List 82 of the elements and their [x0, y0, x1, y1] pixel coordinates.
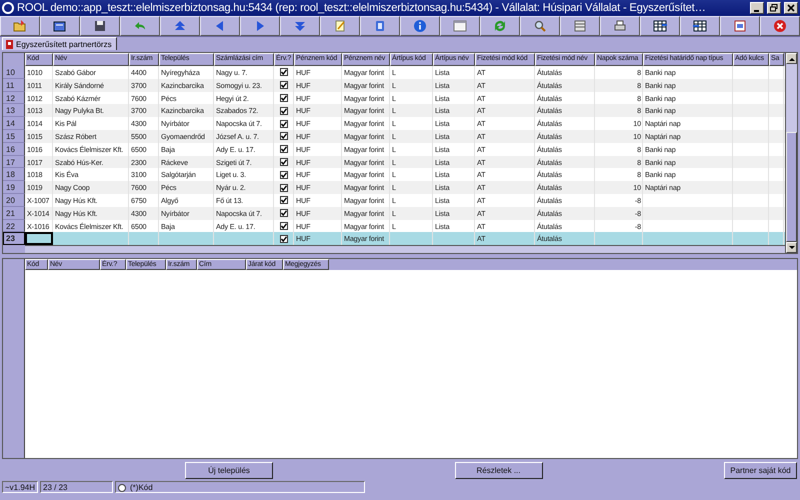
horizontal-scrollbar[interactable]: [25, 245, 785, 254]
down-arrow-icon: [788, 246, 794, 250]
row-number: 17: [3, 156, 25, 168]
scroll-up-button[interactable]: [786, 53, 797, 64]
row-number: 20: [3, 194, 25, 207]
list-icon: [572, 18, 588, 34]
checkbox[interactable]: [280, 120, 288, 128]
checkbox[interactable]: [280, 132, 288, 140]
table-icon: [652, 18, 668, 34]
toolbar-button[interactable]: [160, 16, 200, 36]
toolbar-button[interactable]: [240, 16, 280, 36]
toolbar-button[interactable]: [400, 16, 440, 36]
toolbar-button[interactable]: [680, 16, 720, 36]
toolbar-button[interactable]: [520, 16, 560, 36]
toolbar-button[interactable]: [120, 16, 160, 36]
checkbox[interactable]: [280, 170, 288, 179]
checkbox[interactable]: [280, 145, 288, 154]
form-icon: [732, 18, 748, 34]
partner-code-button[interactable]: Partner saját kód: [724, 462, 797, 478]
search-icon: [532, 18, 548, 34]
row-number: 10: [3, 66, 25, 79]
app-icon: [2, 2, 14, 14]
toolbar-button[interactable]: [0, 16, 40, 36]
scroll-down-button[interactable]: [786, 242, 797, 254]
checkbox[interactable]: [280, 106, 288, 115]
toolbar-button[interactable]: [720, 16, 760, 36]
up-arrow-icon: [788, 56, 794, 60]
window-title: ROOL demo::app_teszt::elelmiszerbiztonsag.hu:5434 (rep: rool_teszt::elelmiszerbiztonsag.hu:5434) - Vállalat: Húsipari Vállalat - Egyszerűsítet…: [17, 2, 707, 14]
new-settlement-button[interactable]: Új település: [185, 462, 273, 478]
row-number: 18: [3, 168, 25, 182]
refresh-icon: [492, 18, 508, 34]
toolbar-button[interactable]: [200, 16, 240, 36]
folder-icon: [12, 18, 28, 34]
checkbox[interactable]: [280, 68, 288, 76]
toolbar-button[interactable]: [480, 16, 520, 36]
checkbox[interactable]: [280, 184, 288, 192]
row-number: 11: [3, 78, 25, 92]
close-icon: [787, 4, 795, 12]
row-number: 13: [3, 104, 25, 118]
restore-button[interactable]: [767, 2, 781, 14]
checkbox[interactable]: [280, 158, 288, 166]
form-icon: [6, 40, 13, 48]
row-number: 15: [3, 130, 25, 143]
toolbar-button[interactable]: [40, 16, 80, 36]
toolbar-button[interactable]: [600, 16, 640, 36]
record-count: 23 / 23: [40, 481, 113, 493]
row-number: 23: [3, 232, 25, 246]
save-icon: [92, 18, 108, 34]
restore-icon: [770, 4, 778, 12]
sort-label: (*)Kód: [130, 483, 153, 492]
checkbox[interactable]: [280, 209, 288, 218]
checkbox[interactable]: [280, 234, 288, 243]
checkbox[interactable]: [280, 81, 288, 90]
table-icon: [692, 18, 708, 34]
toolbar-button[interactable]: [560, 16, 600, 36]
tab[interactable]: Egyszerűsített partnertörzs: [2, 37, 117, 50]
checkbox[interactable]: [280, 94, 288, 102]
toolbar-button[interactable]: [360, 16, 400, 36]
row-number: 21: [3, 206, 25, 220]
row-number: 22: [3, 220, 25, 232]
close-icon: [772, 18, 788, 34]
row-number: 14: [3, 117, 25, 130]
row-number: 12: [3, 92, 25, 104]
close-button[interactable]: [784, 2, 798, 14]
toolbar-button[interactable]: [280, 16, 320, 36]
toolbar-button[interactable]: [640, 16, 680, 36]
toolbar-button[interactable]: [80, 16, 120, 36]
info-icon: [412, 18, 428, 34]
row-number: 16: [3, 142, 25, 156]
vertical-scrollbar[interactable]: [785, 53, 797, 254]
toolbar-button[interactable]: [440, 16, 480, 36]
checkbox[interactable]: [280, 222, 288, 230]
version-label: ~v1.94H: [2, 481, 38, 493]
minimize-button[interactable]: [750, 2, 764, 14]
radio-button[interactable]: [118, 484, 126, 492]
window-icon: [452, 18, 468, 34]
details-button[interactable]: Részletek ...: [454, 462, 542, 478]
row-number: 19: [3, 181, 25, 194]
toolbar-button[interactable]: [760, 16, 800, 36]
checkbox[interactable]: [280, 196, 288, 204]
toolbar-button[interactable]: [320, 16, 360, 36]
scroll-thumb[interactable]: [786, 132, 797, 242]
